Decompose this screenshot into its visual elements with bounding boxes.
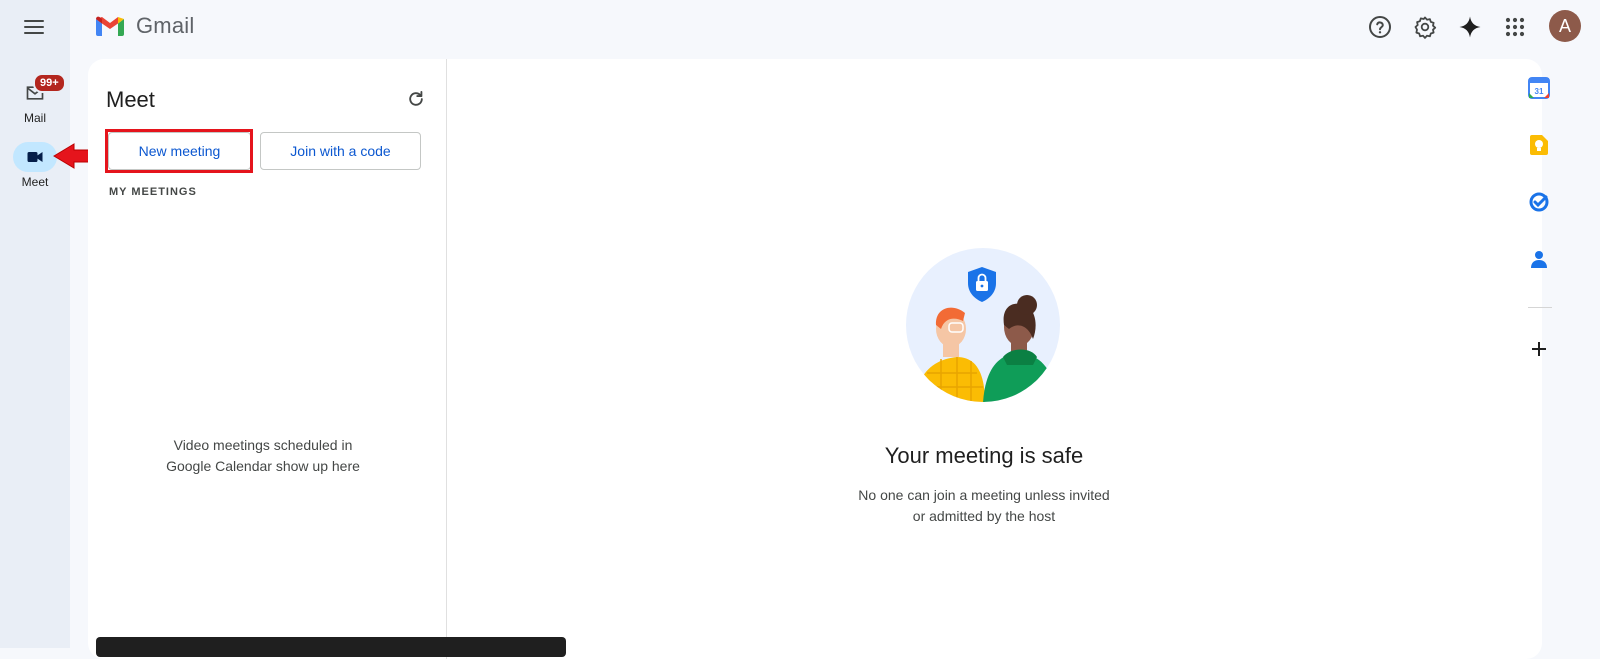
calendar-icon[interactable]: 31 (1528, 77, 1552, 101)
section-heading: MY MEETINGS (109, 186, 197, 198)
apps-grid-icon[interactable] (1502, 14, 1528, 40)
gmail-m-icon (96, 16, 124, 36)
empty-meetings-message: Video meetings scheduled in Google Calen… (128, 435, 398, 477)
safe-meeting-description: No one can join a meeting unless invited… (447, 485, 1521, 527)
side-panel-divider (1528, 307, 1552, 308)
rail-item-label: Mail (23, 111, 46, 125)
page-title: Meet (106, 87, 155, 112)
video-camera-icon (13, 142, 57, 172)
settings-icon[interactable] (1412, 14, 1438, 40)
meet-main-card: Meet New meeting Join with a code MY MEE… (88, 59, 1542, 659)
new-meeting-button[interactable]: New meeting (108, 132, 251, 170)
join-with-code-button[interactable]: Join with a code (260, 132, 421, 170)
main-menu-icon[interactable] (23, 17, 47, 37)
contacts-icon[interactable] (1528, 248, 1552, 272)
description-line: No one can join a meeting unless invited (858, 487, 1110, 503)
gmail-logo[interactable]: Gmail (94, 13, 194, 39)
unread-count-badge: 99+ (33, 73, 66, 93)
meet-left-panel: Meet New meeting Join with a code MY MEE… (88, 59, 447, 659)
app-name: Gmail (136, 13, 195, 38)
gemini-icon[interactable] (1457, 14, 1483, 40)
description-line: or admitted by the host (912, 508, 1056, 524)
add-icon[interactable] (1528, 338, 1552, 362)
refresh-icon[interactable] (406, 89, 426, 114)
tasks-icon[interactable] (1528, 191, 1552, 215)
empty-message-line: Google Calendar show up here (166, 458, 360, 474)
empty-message-line: Video meetings scheduled in (173, 437, 353, 453)
keep-icon[interactable] (1528, 134, 1552, 158)
meet-right-panel: Your meeting is safe No one can join a m… (447, 59, 1542, 659)
account-avatar[interactable]: A (1549, 10, 1581, 42)
rail-item-label: Meet (21, 175, 49, 189)
help-icon[interactable] (1367, 14, 1393, 40)
left-rail: Mail 99+ Meet (0, 0, 99, 648)
safe-meeting-illustration (906, 248, 1060, 402)
calendar-day-label: 31 (1535, 87, 1544, 96)
safe-meeting-title: Your meeting is safe (884, 443, 1084, 468)
snackbar (96, 637, 566, 657)
